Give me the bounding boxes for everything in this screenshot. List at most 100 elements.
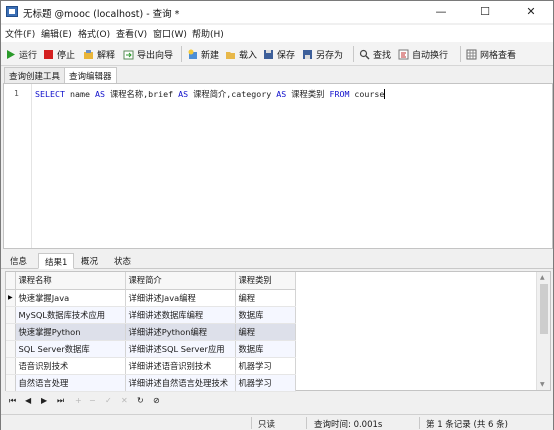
explain-icon bbox=[83, 49, 94, 60]
table-cell[interactable]: 机器学习 bbox=[235, 374, 296, 392]
menu-file[interactable]: 文件(F) bbox=[5, 27, 35, 40]
word-wrap-icon bbox=[398, 49, 409, 60]
sql-editor[interactable]: 1 SELECT name AS 课程名称,brief AS 课程简介,cate… bbox=[3, 83, 553, 249]
stop-refresh-icon[interactable]: ⊘ bbox=[153, 396, 160, 405]
sql-keyword: FROM bbox=[329, 89, 350, 99]
table-cell[interactable]: 数据库 bbox=[235, 340, 296, 358]
result-table: 课程名称 课程简介 课程类别 ▶ 快速掌握Java 详细讲述Java编程 编程 … bbox=[6, 272, 296, 392]
table-cell[interactable]: 机器学习 bbox=[235, 357, 296, 375]
scrollbar-thumb[interactable] bbox=[540, 284, 548, 334]
delete-record-icon[interactable]: − bbox=[89, 396, 96, 405]
save-icon bbox=[263, 49, 274, 60]
table-cell[interactable]: 快速掌握Java bbox=[15, 289, 126, 307]
table-cell[interactable]: 快速掌握Python bbox=[15, 323, 126, 341]
menu-format[interactable]: 格式(O) bbox=[78, 27, 110, 40]
next-record-icon[interactable]: ▶ bbox=[41, 396, 47, 405]
save-as-icon bbox=[302, 49, 313, 60]
new-icon bbox=[187, 49, 198, 60]
tab-profile[interactable]: 概况 bbox=[75, 253, 104, 269]
save-as-button[interactable]: 另存为 bbox=[302, 46, 343, 62]
table-cell[interactable]: 编程 bbox=[235, 323, 296, 341]
new-button[interactable]: 新建 bbox=[187, 46, 219, 62]
stop-icon bbox=[43, 49, 54, 60]
header-row: 课程名称 课程简介 课程类别 bbox=[6, 272, 296, 290]
menu-bar: 文件(F) 编辑(E) 格式(O) 查看(V) 窗口(W) 帮助(H) bbox=[1, 25, 553, 42]
table-cell[interactable]: 数据库 bbox=[235, 306, 296, 324]
run-label: 运行 bbox=[19, 50, 38, 61]
word-wrap-button[interactable]: 自动换行 bbox=[398, 46, 448, 62]
last-record-icon[interactable]: ⏭ bbox=[57, 396, 64, 406]
run-button[interactable]: 运行 bbox=[5, 46, 37, 62]
table-cell[interactable]: SQL Server数据库 bbox=[15, 340, 126, 358]
close-button[interactable]: ✕ bbox=[511, 1, 551, 23]
sql-keyword: AS bbox=[276, 89, 287, 99]
record-navigation-bar: ⏮ ◀ ▶ ⏭ + − ✓ ✕ ↻ ⊘ bbox=[5, 393, 551, 411]
tab-query-builder[interactable]: 查询创建工具 bbox=[4, 67, 66, 83]
scroll-down-icon[interactable]: ▼ bbox=[540, 381, 545, 388]
status-bar: 只读 查询时间: 0.001s 第 1 条记录 (共 6 条) bbox=[1, 414, 553, 430]
menu-window[interactable]: 窗口(W) bbox=[153, 27, 187, 40]
table-row[interactable]: 快速掌握Python 详细讲述Python编程 编程 bbox=[6, 323, 296, 341]
explain-label: 解释 bbox=[97, 50, 116, 61]
table-cell[interactable]: 详细讲述Java编程 bbox=[125, 289, 236, 307]
read-only-status: 只读 bbox=[258, 420, 276, 430]
save-button[interactable]: 保存 bbox=[263, 46, 295, 62]
table-cell[interactable]: 详细讲述SQL Server应用 bbox=[125, 340, 236, 358]
current-row-marker: ▶ bbox=[6, 289, 16, 307]
first-record-icon[interactable]: ⏮ bbox=[9, 396, 16, 406]
cancel-changes-icon[interactable]: ✕ bbox=[121, 396, 128, 405]
table-cell[interactable]: 详细讲述自然语言处理技术 bbox=[125, 374, 236, 392]
explain-button[interactable]: 解释 bbox=[83, 46, 115, 62]
table-row[interactable]: SQL Server数据库 详细讲述SQL Server应用 数据库 bbox=[6, 340, 296, 358]
table-cell[interactable]: 详细讲述Python编程 bbox=[125, 323, 236, 341]
sql-code-line[interactable]: SELECT name AS 课程名称,brief AS 课程简介,catego… bbox=[35, 88, 386, 100]
apply-changes-icon[interactable]: ✓ bbox=[105, 396, 112, 405]
scroll-up-icon[interactable]: ▲ bbox=[540, 274, 545, 281]
table-cell[interactable]: 详细讲述语音识别技术 bbox=[125, 357, 236, 375]
row-header bbox=[6, 340, 16, 358]
word-wrap-label: 自动换行 bbox=[412, 50, 449, 61]
text-caret bbox=[384, 89, 386, 99]
prev-record-icon[interactable]: ◀ bbox=[25, 396, 31, 405]
table-cell[interactable]: 详细讲述数据库编程 bbox=[125, 306, 236, 324]
result-grid[interactable]: 课程名称 课程简介 课程类别 ▶ 快速掌握Java 详细讲述Java编程 编程 … bbox=[5, 271, 551, 392]
find-button[interactable]: 查找 bbox=[359, 46, 391, 62]
column-header[interactable]: 课程名称 bbox=[15, 272, 126, 290]
tab-info[interactable]: 信息 bbox=[4, 253, 33, 269]
grid-view-button[interactable]: 网格查看 bbox=[466, 46, 516, 62]
tab-result1[interactable]: 结果1 bbox=[38, 253, 75, 269]
column-header[interactable]: 课程类别 bbox=[235, 272, 296, 290]
sql-keyword: AS bbox=[94, 89, 105, 99]
table-cell[interactable]: 编程 bbox=[235, 289, 296, 307]
table-row[interactable]: 语音识别技术 详细讲述语音识别技术 机器学习 bbox=[6, 357, 296, 375]
table-cell[interactable]: MySQL数据库技术应用 bbox=[15, 306, 126, 324]
query-time-status: 查询时间: 0.001s bbox=[314, 420, 383, 430]
menu-view[interactable]: 查看(V) bbox=[116, 27, 147, 40]
column-header[interactable]: 课程简介 bbox=[125, 272, 236, 290]
table-cell[interactable]: 语音识别技术 bbox=[15, 357, 126, 375]
editor-tabs: 查询创建工具 查询编辑器 bbox=[1, 67, 553, 83]
line-number: 1 bbox=[14, 89, 19, 98]
table-cell[interactable]: 自然语言处理 bbox=[15, 374, 126, 392]
window-title: 无标题 @mooc (localhost) - 查询 * bbox=[23, 9, 180, 20]
minimize-button[interactable]: — bbox=[421, 1, 461, 23]
table-row[interactable]: MySQL数据库技术应用 详细讲述数据库编程 数据库 bbox=[6, 306, 296, 324]
sql-text: 课程名称,brief bbox=[104, 89, 179, 99]
refresh-icon[interactable]: ↻ bbox=[137, 396, 144, 405]
export-wizard-button[interactable]: 导出向导 bbox=[123, 46, 173, 62]
row-header bbox=[6, 306, 16, 324]
load-button[interactable]: 载入 bbox=[225, 46, 257, 62]
save-label: 保存 bbox=[277, 50, 296, 61]
vertical-scrollbar[interactable]: ▲ ▼ bbox=[536, 272, 550, 390]
tab-status[interactable]: 状态 bbox=[108, 253, 137, 269]
sql-keyword: SELECT bbox=[35, 89, 65, 99]
maximize-button[interactable]: ☐ bbox=[465, 1, 505, 23]
menu-help[interactable]: 帮助(H) bbox=[192, 27, 224, 40]
stop-button[interactable]: 停止 bbox=[43, 46, 75, 62]
table-row[interactable]: 自然语言处理 详细讲述自然语言处理技术 机器学习 bbox=[6, 374, 296, 392]
export-wizard-label: 导出向导 bbox=[137, 50, 174, 61]
add-record-icon[interactable]: + bbox=[75, 396, 82, 405]
table-row[interactable]: ▶ 快速掌握Java 详细讲述Java编程 编程 bbox=[6, 289, 296, 307]
menu-edit[interactable]: 编辑(E) bbox=[41, 27, 72, 40]
tab-query-editor[interactable]: 查询编辑器 bbox=[64, 67, 117, 83]
